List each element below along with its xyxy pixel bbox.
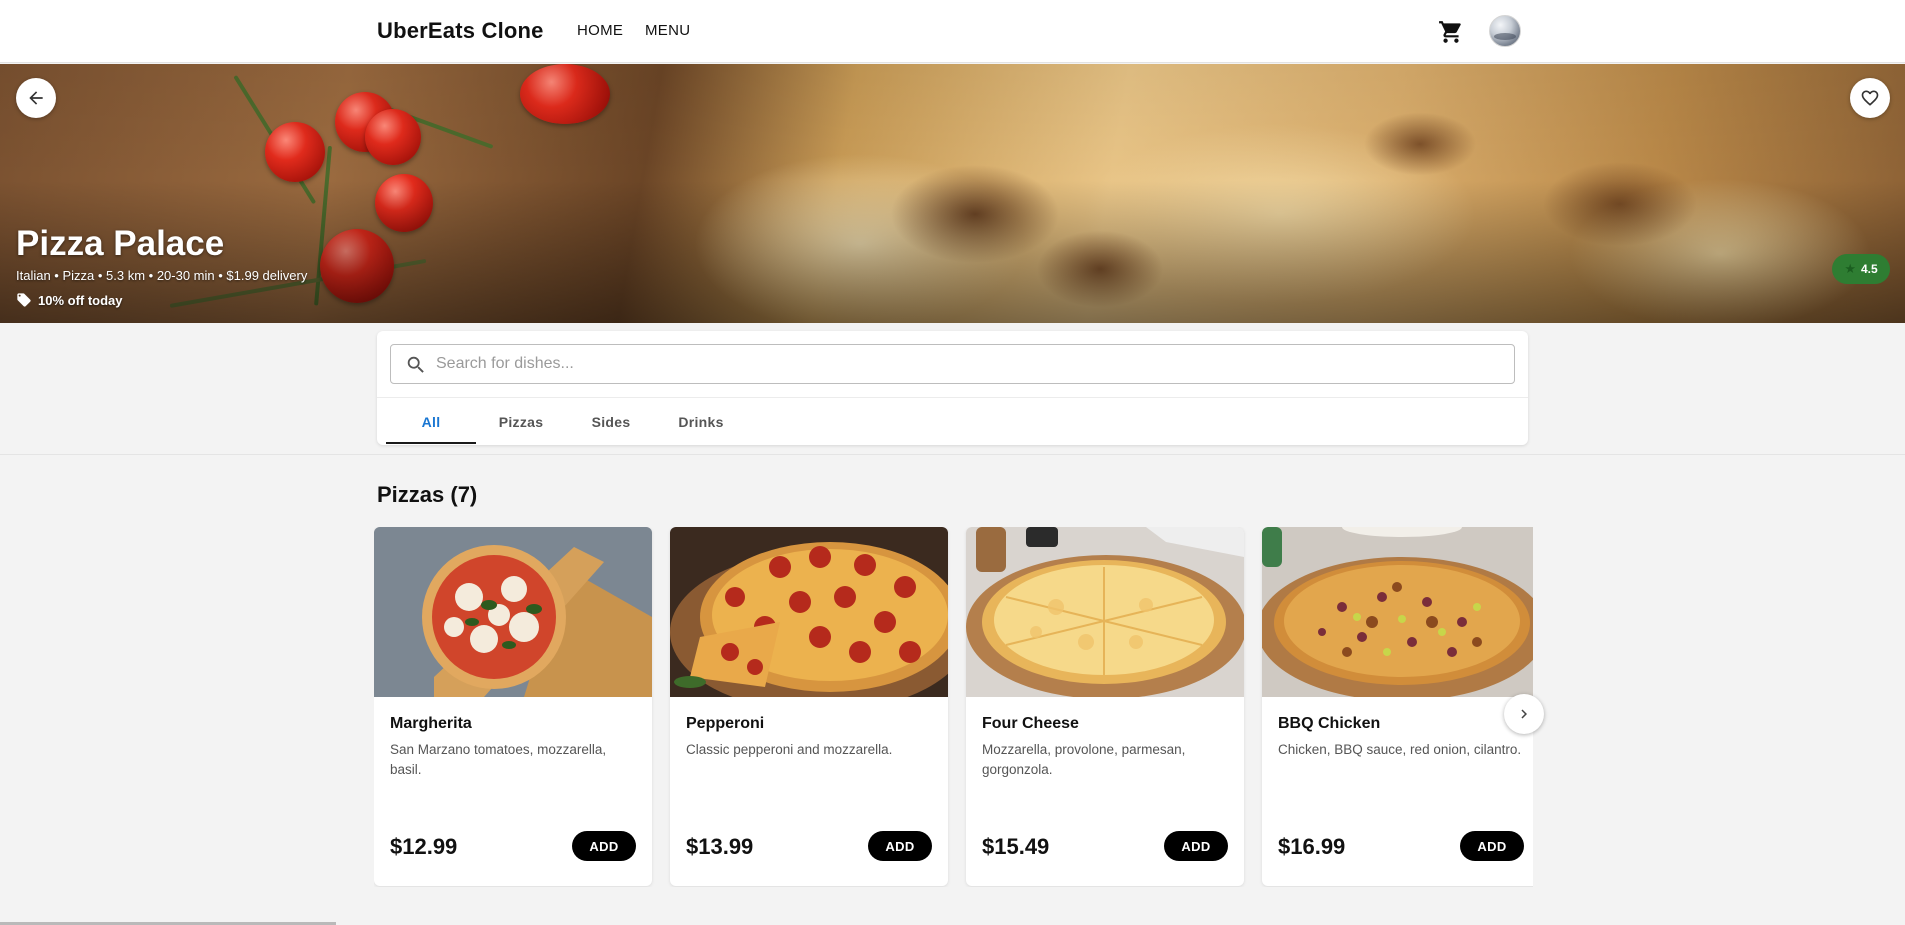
restaurant-name: Pizza Palace <box>16 224 225 263</box>
carousel-next-button[interactable] <box>1504 694 1544 734</box>
tab-drinks[interactable]: Drinks <box>656 398 746 445</box>
menu-item-card[interactable]: Pepperoni Classic pepperoni and mozzarel… <box>670 527 948 886</box>
menu-item-description: Mozzarella, provolone, parmesan, gorgonz… <box>982 742 1186 777</box>
menu-item-price: $15.49 <box>982 834 1050 859</box>
shopping-cart-icon[interactable] <box>1438 19 1464 45</box>
menu-item-name: Pepperoni <box>686 715 765 732</box>
brand-logo-text[interactable]: UberEats Clone <box>377 18 544 44</box>
search-and-tabs-card: All Pizzas Sides Drinks <box>377 331 1528 445</box>
menu-item-name: BBQ Chicken <box>1278 715 1381 732</box>
menu-item-price: $12.99 <box>390 834 458 859</box>
search-input[interactable] <box>436 345 1496 383</box>
favorite-button[interactable] <box>1850 78 1890 118</box>
menu-item-description: Chicken, BBQ sauce, red onion, cilantro. <box>1278 742 1522 757</box>
top-navigation-bar: UberEats Clone HOME MENU <box>0 0 1905 63</box>
star-icon: ★ <box>1844 261 1856 276</box>
rating-badge: ★ 4.5 <box>1832 254 1890 284</box>
menu-item-image <box>1262 527 1533 697</box>
nav-link-menu[interactable]: MENU <box>645 22 690 39</box>
menu-item-name: Four Cheese <box>982 715 1079 732</box>
heart-outline-icon <box>1861 90 1879 106</box>
add-to-cart-button[interactable]: ADD <box>1460 831 1524 861</box>
menu-item-card[interactable]: Margherita San Marzano tomatoes, mozzare… <box>374 527 652 886</box>
restaurant-meta: Italian • Pizza • 5.3 km • 20-30 min • $… <box>16 268 308 283</box>
menu-item-card[interactable]: Four Cheese Mozzarella, provolone, parme… <box>966 527 1244 886</box>
menu-item-carousel: Margherita San Marzano tomatoes, mozzare… <box>374 527 1533 887</box>
menu-item-image <box>374 527 652 697</box>
tag-icon <box>17 293 31 307</box>
menu-item-description: Classic pepperoni and mozzarella. <box>686 742 893 757</box>
active-tab-indicator <box>386 442 476 444</box>
menu-item-name: Margherita <box>390 715 472 732</box>
chevron-right-icon <box>1521 709 1527 719</box>
add-to-cart-button[interactable]: ADD <box>868 831 932 861</box>
section-title: Pizzas (7) <box>377 482 478 507</box>
tab-all[interactable]: All <box>386 398 476 445</box>
search-icon <box>405 354 427 376</box>
back-button[interactable] <box>16 78 56 118</box>
arrow-left-icon <box>29 91 43 105</box>
restaurant-hero-banner: Pizza Palace Italian • Pizza • 5.3 km • … <box>0 64 1905 323</box>
menu-item-price: $13.99 <box>686 834 754 859</box>
add-to-cart-button[interactable]: ADD <box>572 831 636 861</box>
nav-link-home[interactable]: HOME <box>577 22 623 39</box>
search-field[interactable] <box>390 344 1515 384</box>
rating-value: 4.5 <box>1860 262 1878 276</box>
tab-pizzas[interactable]: Pizzas <box>476 398 566 445</box>
add-to-cart-button[interactable]: ADD <box>1164 831 1228 861</box>
promo-text: 10% off today <box>38 292 123 308</box>
menu-item-image <box>670 527 948 697</box>
section-divider <box>0 454 1905 455</box>
tab-sides[interactable]: Sides <box>566 398 656 445</box>
menu-item-card[interactable]: BBQ Chicken Chicken, BBQ sauce, red onio… <box>1262 527 1533 886</box>
promo-label: 10% off today <box>16 292 123 308</box>
menu-item-price: $16.99 <box>1278 834 1346 859</box>
menu-item-description: San Marzano tomatoes, mozzarella, basil. <box>390 742 607 777</box>
menu-item-image <box>966 527 1244 697</box>
user-avatar[interactable] <box>1489 15 1521 47</box>
